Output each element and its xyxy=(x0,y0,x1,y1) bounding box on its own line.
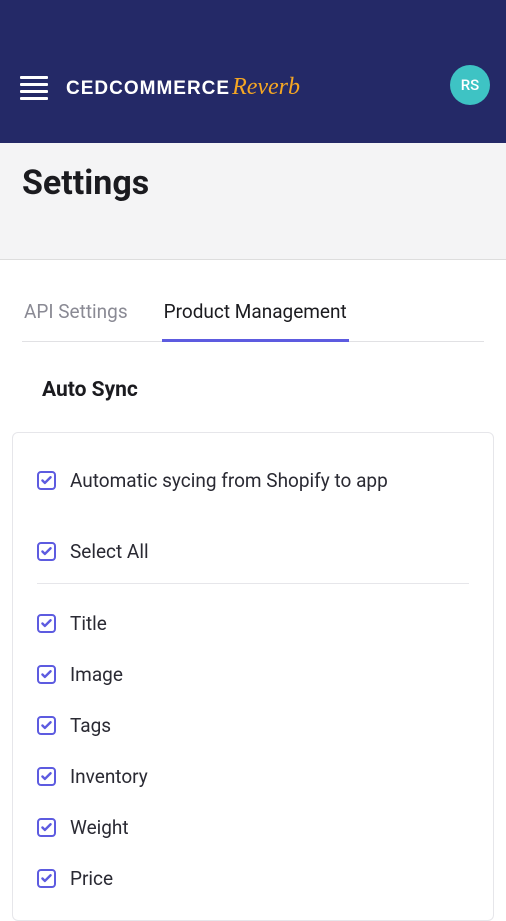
checkbox-weight[interactable] xyxy=(37,818,56,837)
logo-text-sub: Reverb xyxy=(232,74,300,101)
avatar-initials: RS xyxy=(461,76,480,94)
tab-api-settings[interactable]: API Settings xyxy=(22,290,130,342)
checkbox-row-weight: Weight xyxy=(37,806,469,849)
checkmark-icon xyxy=(40,770,53,783)
checkmark-icon xyxy=(40,668,53,681)
logo: CEDCOMMERCE Reverb xyxy=(66,74,300,101)
checkbox-row-select-all: Select All xyxy=(37,530,469,573)
checkmark-icon xyxy=(40,617,53,630)
logo-text-main: CEDCOMMERCE xyxy=(66,78,230,100)
tabs-container: API Settings Product Management xyxy=(0,290,506,342)
checkbox-row-tags: Tags xyxy=(37,704,469,747)
label-image: Image xyxy=(70,663,123,686)
checkbox-auto-sync[interactable] xyxy=(37,471,56,490)
checkmark-icon xyxy=(40,545,53,558)
checkbox-row-price: Price xyxy=(37,857,469,900)
label-inventory: Inventory xyxy=(70,765,148,788)
checkmark-icon xyxy=(40,474,53,487)
tabs: API Settings Product Management xyxy=(22,290,484,342)
label-tags: Tags xyxy=(70,714,111,737)
label-title: Title xyxy=(70,612,107,635)
auto-sync-card: Automatic sycing from Shopify to app Sel… xyxy=(12,432,494,921)
checkmark-icon xyxy=(40,821,53,834)
label-auto-sync: Automatic sycing from Shopify to app xyxy=(70,469,388,492)
checkbox-title[interactable] xyxy=(37,614,56,633)
label-select-all: Select All xyxy=(70,540,149,563)
subheader: Settings xyxy=(0,143,506,260)
checkbox-row-title: Title xyxy=(37,602,469,645)
sync-options-list: Title Image Tags Inventory Weight xyxy=(37,602,469,900)
checkbox-select-all[interactable] xyxy=(37,542,56,561)
label-price: Price xyxy=(70,867,113,890)
app-header: CEDCOMMERCE Reverb RS xyxy=(0,0,506,143)
checkbox-row-auto-sync: Automatic sycing from Shopify to app xyxy=(37,459,469,502)
tab-product-management[interactable]: Product Management xyxy=(162,290,349,342)
label-weight: Weight xyxy=(70,816,129,839)
checkmark-icon xyxy=(40,872,53,885)
section-title: Auto Sync xyxy=(0,342,506,402)
checkbox-row-inventory: Inventory xyxy=(37,755,469,798)
checkbox-price[interactable] xyxy=(37,869,56,888)
checkbox-tags[interactable] xyxy=(37,716,56,735)
divider xyxy=(37,583,469,584)
checkbox-image[interactable] xyxy=(37,665,56,684)
menu-icon[interactable] xyxy=(20,76,48,100)
checkmark-icon xyxy=(40,719,53,732)
page-title: Settings xyxy=(22,163,484,203)
header-left: CEDCOMMERCE Reverb xyxy=(20,74,300,101)
checkbox-row-image: Image xyxy=(37,653,469,696)
avatar[interactable]: RS xyxy=(450,65,490,105)
checkbox-inventory[interactable] xyxy=(37,767,56,786)
